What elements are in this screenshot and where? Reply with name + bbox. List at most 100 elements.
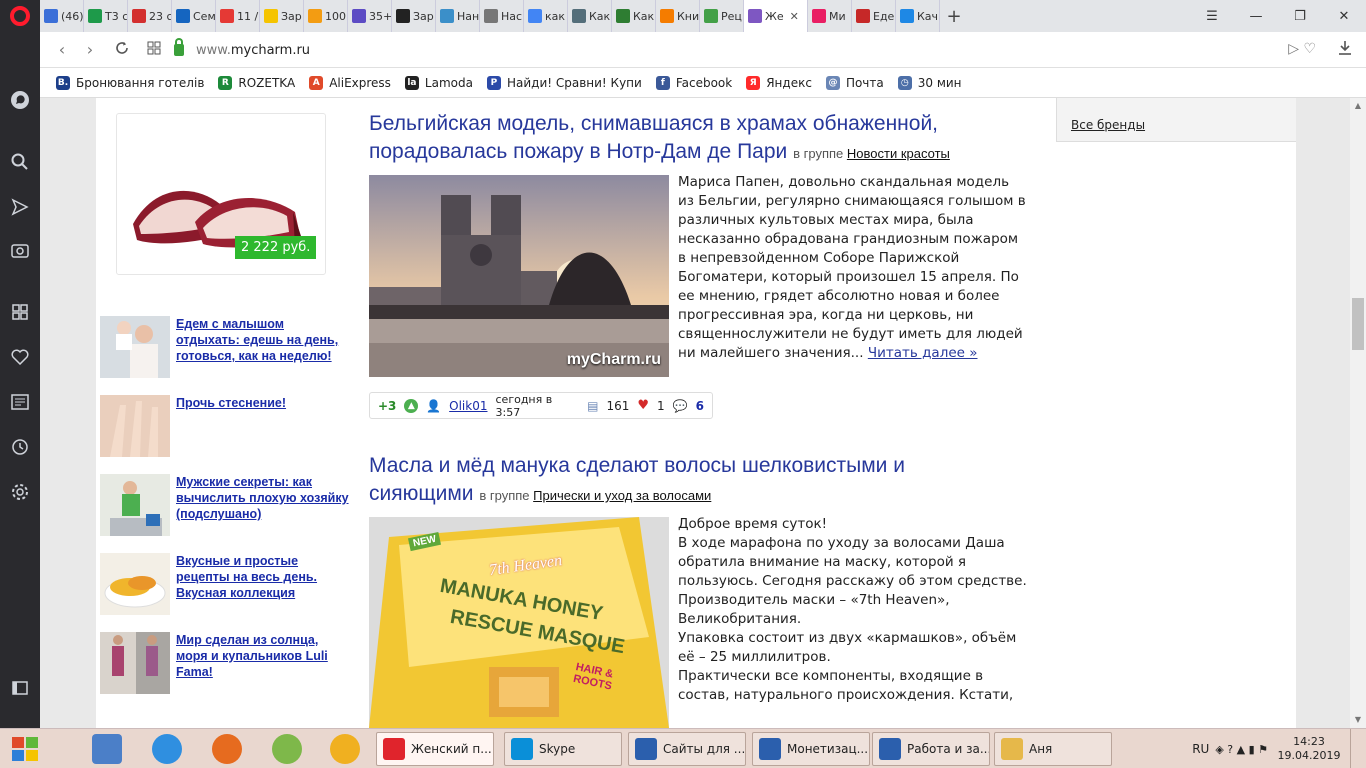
forward-button[interactable]: › — [80, 40, 100, 60]
browser-tab[interactable]: (46) — [40, 0, 84, 32]
browser-tab[interactable]: 11 / — [216, 0, 260, 32]
bookmark-item[interactable]: P Найди! Сравни! Купи — [486, 75, 642, 90]
news-icon[interactable] — [8, 390, 32, 414]
url-field[interactable]: www. mycharm.ru — [174, 37, 1324, 63]
taskbar-window-button[interactable]: Женский п... — [376, 732, 494, 766]
all-brands-link[interactable]: Все бренды — [1071, 118, 1145, 132]
show-desktop-button[interactable] — [1350, 729, 1360, 768]
browser-tab[interactable]: 35+ — [348, 0, 392, 32]
sidebar-toggle-icon[interactable] — [8, 676, 32, 700]
browser-tab[interactable]: Ми — [808, 0, 852, 32]
snap-send-icon[interactable]: ▷ — [1288, 41, 1299, 57]
history-icon[interactable] — [8, 435, 32, 459]
settings-gear-icon[interactable] — [8, 480, 32, 504]
promo-item[interactable]: Вкусные и простые рецепты на весь день. … — [100, 553, 350, 615]
app-icon[interactable] — [330, 734, 360, 764]
close-window-button[interactable]: ✕ — [1322, 0, 1366, 32]
article-group-link[interactable]: Прически и уход за волосами — [533, 488, 711, 503]
browser-tab[interactable]: 100 — [304, 0, 348, 32]
browser-tab[interactable]: Сем — [172, 0, 216, 32]
browser-tab[interactable]: 23 с — [128, 0, 172, 32]
bookmark-heart-icon[interactable]: ♡ — [1303, 41, 1316, 57]
bookmark-item[interactable]: @ Почта — [825, 75, 884, 90]
bookmark-item[interactable]: B. Бронювання готелів — [56, 75, 204, 90]
language-indicator[interactable]: RU — [1192, 742, 1209, 756]
browser-tab[interactable]: Т3 с — [84, 0, 128, 32]
firefox-icon[interactable] — [212, 734, 242, 764]
send-icon[interactable] — [8, 195, 32, 219]
browser-tab[interactable]: Зар — [392, 0, 436, 32]
bookmark-item[interactable]: Я Яндекс — [746, 75, 812, 90]
taskbar-window-button[interactable]: Аня — [994, 732, 1112, 766]
browser-tab[interactable]: как — [524, 0, 568, 32]
new-tab-button[interactable]: + — [940, 0, 968, 32]
volume-app-icon[interactable] — [92, 734, 122, 764]
minimize-button[interactable]: — — [1234, 0, 1278, 32]
opera-menu-button[interactable] — [0, 0, 40, 32]
comments-icon[interactable]: 💬 — [673, 399, 688, 413]
browser-tab[interactable]: Кач — [896, 0, 940, 32]
clock[interactable]: 14:23 19.04.2019 — [1274, 735, 1344, 763]
restore-button[interactable]: ❐ — [1278, 0, 1322, 32]
tabs-grid-icon[interactable] — [144, 40, 164, 60]
article-image[interactable]: NEW 7th Heaven MANUKA HONEY RESCUE MASQU… — [369, 517, 669, 728]
browser-tab[interactable]: Еде — [852, 0, 896, 32]
browser-tab[interactable]: Как — [612, 0, 656, 32]
promo-item[interactable]: Прочь стеснение! — [100, 395, 350, 457]
bookmark-item[interactable]: f Facebook — [655, 75, 732, 90]
article-image[interactable]: myCharm.ru — [369, 175, 669, 377]
back-button[interactable]: ‹ — [52, 40, 72, 60]
bookmark-item[interactable]: R ROZETKA — [218, 75, 295, 90]
browser-tab[interactable]: Как — [568, 0, 612, 32]
whatsapp-icon[interactable] — [8, 88, 32, 112]
product-ad[interactable]: 2 222 руб. — [116, 113, 326, 275]
article-title[interactable]: Масла и мёд манука сделают волосы шелков… — [369, 452, 1009, 510]
download-manager-icon[interactable] — [272, 734, 302, 764]
search-icon[interactable] — [8, 150, 32, 174]
taskbar-window-button[interactable]: Работа и за... — [872, 732, 990, 766]
scroll-down-icon[interactable]: ▼ — [1350, 712, 1366, 728]
promo-link[interactable]: Прочь стеснение! — [176, 395, 286, 457]
tab-menu-icon[interactable]: ☰ — [1190, 0, 1234, 32]
windows-start-icon[interactable] — [6, 733, 46, 765]
comments-count[interactable]: 6 — [696, 399, 704, 413]
promo-item[interactable]: Мир сделан из солнца, моря и купальников… — [100, 632, 350, 694]
tray-icons[interactable]: ◈ ? ▲ ▮ ⚑ — [1215, 743, 1268, 756]
promo-link[interactable]: Едем с малышом отдыхать: едешь на день, … — [176, 316, 350, 378]
promo-item[interactable]: Едем с малышом отдыхать: едешь на день, … — [100, 316, 350, 378]
scrollbar-thumb[interactable] — [1352, 298, 1364, 350]
product-price[interactable]: 2 222 руб. — [235, 236, 317, 259]
browser-tab[interactable]: Нан — [436, 0, 480, 32]
author-link[interactable]: Olik01 — [449, 399, 487, 413]
bookmark-item[interactable]: A AliExpress — [309, 75, 391, 90]
close-tab-icon[interactable]: ✕ — [790, 10, 799, 23]
promo-link[interactable]: Мужские секреты: как вычислить плохую хо… — [176, 474, 350, 536]
download-icon[interactable] — [1338, 40, 1352, 60]
page-scrollbar[interactable]: ▲ ▼ — [1350, 98, 1366, 728]
scroll-up-icon[interactable]: ▲ — [1350, 98, 1366, 114]
browser-tab[interactable]: Же ✕ — [744, 0, 808, 32]
internet-explorer-icon[interactable] — [152, 734, 182, 764]
like-heart-icon[interactable]: ♥ — [637, 398, 649, 413]
clock-time: 14:23 — [1293, 735, 1325, 748]
speed-dial-icon[interactable] — [8, 300, 32, 324]
taskbar-window-button[interactable]: Сайты для ... — [628, 732, 746, 766]
promo-link[interactable]: Мир сделан из солнца, моря и купальников… — [176, 632, 350, 694]
promo-link[interactable]: Вкусные и простые рецепты на весь день. … — [176, 553, 350, 615]
read-more-link[interactable]: Читать далее » — [868, 345, 978, 361]
browser-tab[interactable]: Рец — [700, 0, 744, 32]
reload-button[interactable] — [112, 40, 132, 60]
bookmark-item[interactable]: ◷ 30 мин — [897, 75, 962, 90]
promo-item[interactable]: Мужские секреты: как вычислить плохую хо… — [100, 474, 350, 536]
vote-up-icon[interactable]: ▲ — [404, 398, 419, 413]
article-title[interactable]: Бельгийская модель, снимавшаяся в храмах… — [369, 110, 1009, 168]
heart-icon[interactable] — [8, 345, 32, 369]
taskbar-window-button[interactable]: Монетизац... — [752, 732, 870, 766]
browser-tab[interactable]: Зар — [260, 0, 304, 32]
browser-tab[interactable]: Кни — [656, 0, 700, 32]
camera-icon[interactable] — [8, 238, 32, 262]
article-group-link[interactable]: Новости красоты — [847, 146, 950, 161]
bookmark-item[interactable]: la Lamoda — [404, 75, 473, 90]
browser-tab[interactable]: Нас — [480, 0, 524, 32]
taskbar-window-button[interactable]: Skype — [504, 732, 622, 766]
